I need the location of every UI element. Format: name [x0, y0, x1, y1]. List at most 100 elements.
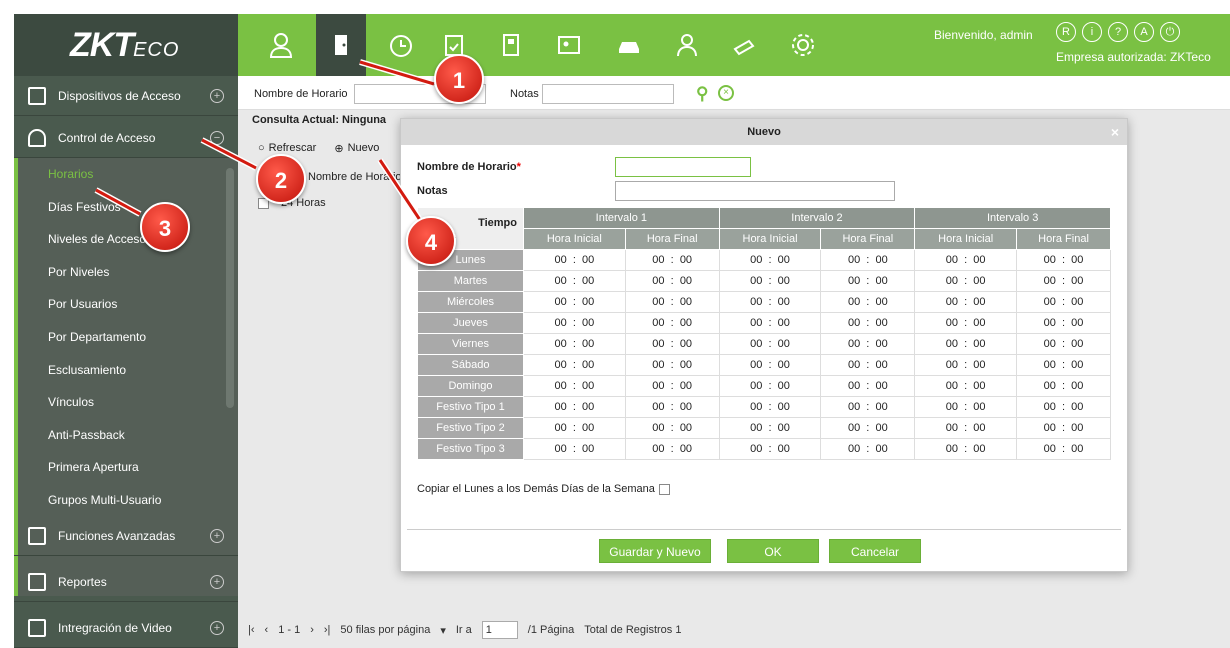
time-input[interactable]: 00 : 00 [523, 375, 626, 397]
car-icon[interactable] [604, 14, 654, 76]
time-input[interactable]: 00 : 00 [1016, 249, 1111, 271]
time-input[interactable]: 00 : 00 [523, 354, 626, 376]
time-input[interactable]: 00 : 00 [624, 270, 720, 292]
time-input[interactable]: 00 : 00 [718, 249, 822, 271]
time-input[interactable]: 00 : 00 [523, 438, 626, 460]
last-page-icon[interactable]: ›| [324, 624, 331, 636]
time-input[interactable]: 00 : 00 [718, 375, 822, 397]
time-input[interactable]: 00 : 00 [624, 333, 720, 355]
clock-icon[interactable] [376, 14, 426, 76]
close-icon[interactable]: × [1111, 119, 1119, 145]
time-input[interactable]: 00 : 00 [820, 333, 916, 355]
sidebar-item-primera-apertura[interactable]: Primera Apertura [18, 451, 238, 484]
time-input[interactable]: 00 : 00 [624, 312, 720, 334]
time-input[interactable]: 00 : 00 [718, 270, 822, 292]
expand-icon[interactable]: + [210, 574, 224, 589]
first-page-icon[interactable]: |‹ [248, 624, 255, 636]
time-input[interactable]: 00 : 00 [718, 438, 822, 460]
person-icon[interactable] [256, 14, 306, 76]
time-input[interactable]: 00 : 00 [820, 270, 916, 292]
sidebar-item-horarios[interactable]: Horarios [18, 158, 238, 191]
time-input[interactable]: 00 : 00 [820, 438, 916, 460]
sidebar-item-por-usuarios[interactable]: Por Usuarios [18, 288, 238, 321]
sidebar-item-dias-festivos[interactable]: Días Festivos [18, 191, 238, 224]
user-circle-icon[interactable]: R [1056, 22, 1076, 42]
schedule-notes-input[interactable] [615, 181, 895, 201]
new-button[interactable]: ⊕ Nuevo [334, 142, 379, 155]
sidebar-item-anti-passback[interactable]: Anti-Passback [18, 419, 238, 452]
sidebar-group-reports[interactable]: Reportes + [14, 562, 238, 602]
time-input[interactable]: 00 : 00 [624, 438, 720, 460]
cancel-button[interactable]: Cancelar [829, 539, 921, 563]
expand-icon[interactable]: + [210, 88, 224, 103]
time-input[interactable]: 00 : 00 [820, 417, 916, 439]
time-input[interactable]: 00 : 00 [914, 438, 1018, 460]
sidebar-group-video[interactable]: Intregración de Video + [14, 608, 238, 648]
time-input[interactable]: 00 : 00 [718, 354, 822, 376]
sidebar-scrollbar[interactable] [226, 168, 234, 408]
time-input[interactable]: 00 : 00 [1016, 375, 1111, 397]
schedule-name-input[interactable] [615, 157, 751, 177]
next-page-icon[interactable]: › [310, 624, 314, 636]
time-input[interactable]: 00 : 00 [718, 333, 822, 355]
time-input[interactable]: 00 : 00 [624, 354, 720, 376]
time-input[interactable]: 00 : 00 [624, 375, 720, 397]
time-input[interactable]: 00 : 00 [914, 333, 1018, 355]
time-input[interactable]: 00 : 00 [820, 354, 916, 376]
sidebar-item-grupos-multi-usuario[interactable]: Grupos Multi-Usuario [18, 484, 238, 517]
time-input[interactable]: 00 : 00 [914, 249, 1018, 271]
time-input[interactable]: 00 : 00 [820, 396, 916, 418]
time-input[interactable]: 00 : 00 [1016, 333, 1111, 355]
time-input[interactable]: 00 : 00 [624, 291, 720, 313]
time-input[interactable]: 00 : 00 [523, 417, 626, 439]
time-input[interactable]: 00 : 00 [914, 312, 1018, 334]
time-input[interactable]: 00 : 00 [523, 270, 626, 292]
time-input[interactable]: 00 : 00 [523, 249, 626, 271]
collapse-icon[interactable]: − [210, 130, 224, 145]
expand-icon[interactable]: + [210, 528, 224, 543]
search-icon[interactable]: ⚲ [696, 84, 708, 104]
building-icon[interactable] [486, 14, 536, 76]
time-input[interactable]: 00 : 00 [1016, 354, 1111, 376]
time-input[interactable]: 00 : 00 [820, 375, 916, 397]
time-input[interactable]: 00 : 00 [624, 249, 720, 271]
clear-icon[interactable]: × [718, 85, 734, 101]
sidebar-item-por-departamento[interactable]: Por Departamento [18, 321, 238, 354]
chevron-down-icon[interactable]: ▾ [440, 624, 446, 637]
sidebar-item-vinculos[interactable]: Vínculos [18, 386, 238, 419]
time-input[interactable]: 00 : 00 [624, 396, 720, 418]
lock-icon[interactable]: A [1134, 22, 1154, 42]
time-input[interactable]: 00 : 00 [914, 270, 1018, 292]
id-card-icon[interactable] [544, 14, 594, 76]
door-icon[interactable] [316, 14, 366, 76]
time-input[interactable]: 00 : 00 [718, 417, 822, 439]
time-input[interactable]: 00 : 00 [820, 291, 916, 313]
copy-monday-checkbox[interactable] [658, 483, 670, 495]
goto-input[interactable]: 1 [481, 621, 518, 639]
rows-per-page[interactable]: 50 filas por página [340, 624, 430, 636]
time-input[interactable]: 00 : 00 [523, 333, 626, 355]
info-icon[interactable]: i [1082, 22, 1102, 42]
time-input[interactable]: 00 : 00 [523, 396, 626, 418]
time-input[interactable]: 00 : 00 [718, 396, 822, 418]
search-notes-input[interactable] [542, 84, 674, 104]
sidebar-group-advanced[interactable]: Funciones Avanzadas + [14, 516, 238, 556]
camera-icon[interactable] [720, 14, 770, 76]
ok-button[interactable]: OK [727, 539, 819, 563]
time-input[interactable]: 00 : 00 [624, 417, 720, 439]
time-input[interactable]: 00 : 00 [914, 417, 1018, 439]
gear-icon[interactable] [778, 14, 828, 76]
refresh-button[interactable]: ○ Refrescar [258, 142, 316, 154]
time-input[interactable]: 00 : 00 [523, 291, 626, 313]
help-icon[interactable]: ? [1108, 22, 1128, 42]
time-input[interactable]: 00 : 00 [1016, 270, 1111, 292]
time-input[interactable]: 00 : 00 [1016, 312, 1111, 334]
time-input[interactable]: 00 : 00 [1016, 438, 1111, 460]
time-input[interactable]: 00 : 00 [523, 312, 626, 334]
time-input[interactable]: 00 : 00 [820, 312, 916, 334]
time-input[interactable]: 00 : 00 [718, 291, 822, 313]
time-input[interactable]: 00 : 00 [914, 375, 1018, 397]
time-input[interactable]: 00 : 00 [820, 249, 916, 271]
time-input[interactable]: 00 : 00 [1016, 417, 1111, 439]
sidebar-group-devices[interactable]: Dispositivos de Acceso + [14, 76, 238, 116]
